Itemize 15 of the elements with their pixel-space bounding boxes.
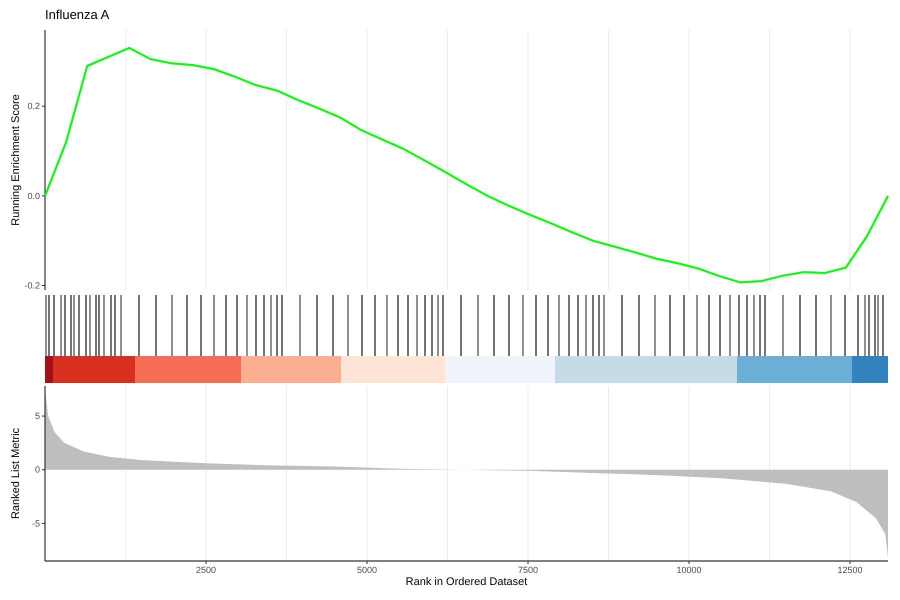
tick-label: 10000 — [676, 565, 702, 575]
axis-title: Rank in Ordered Dataset — [406, 576, 528, 588]
tick-label: 5 — [34, 411, 40, 422]
axis-title: Running Enrichment Score — [10, 94, 22, 226]
tick-label: 0 — [34, 464, 40, 475]
tick-label: 5000 — [356, 565, 378, 575]
tick-label: 0.0 — [27, 190, 40, 201]
tick-label: 2500 — [196, 565, 216, 575]
chart-title: Influenza A — [45, 7, 110, 22]
axis-title: Ranked List Metric — [10, 428, 22, 520]
tick-label: 0.2 — [27, 101, 40, 112]
tick-label: -5 — [32, 518, 40, 528]
tick-label: 7500 — [518, 565, 538, 575]
tick-label: 12500 — [838, 565, 863, 575]
tick-label: -0.2 — [24, 280, 40, 291]
